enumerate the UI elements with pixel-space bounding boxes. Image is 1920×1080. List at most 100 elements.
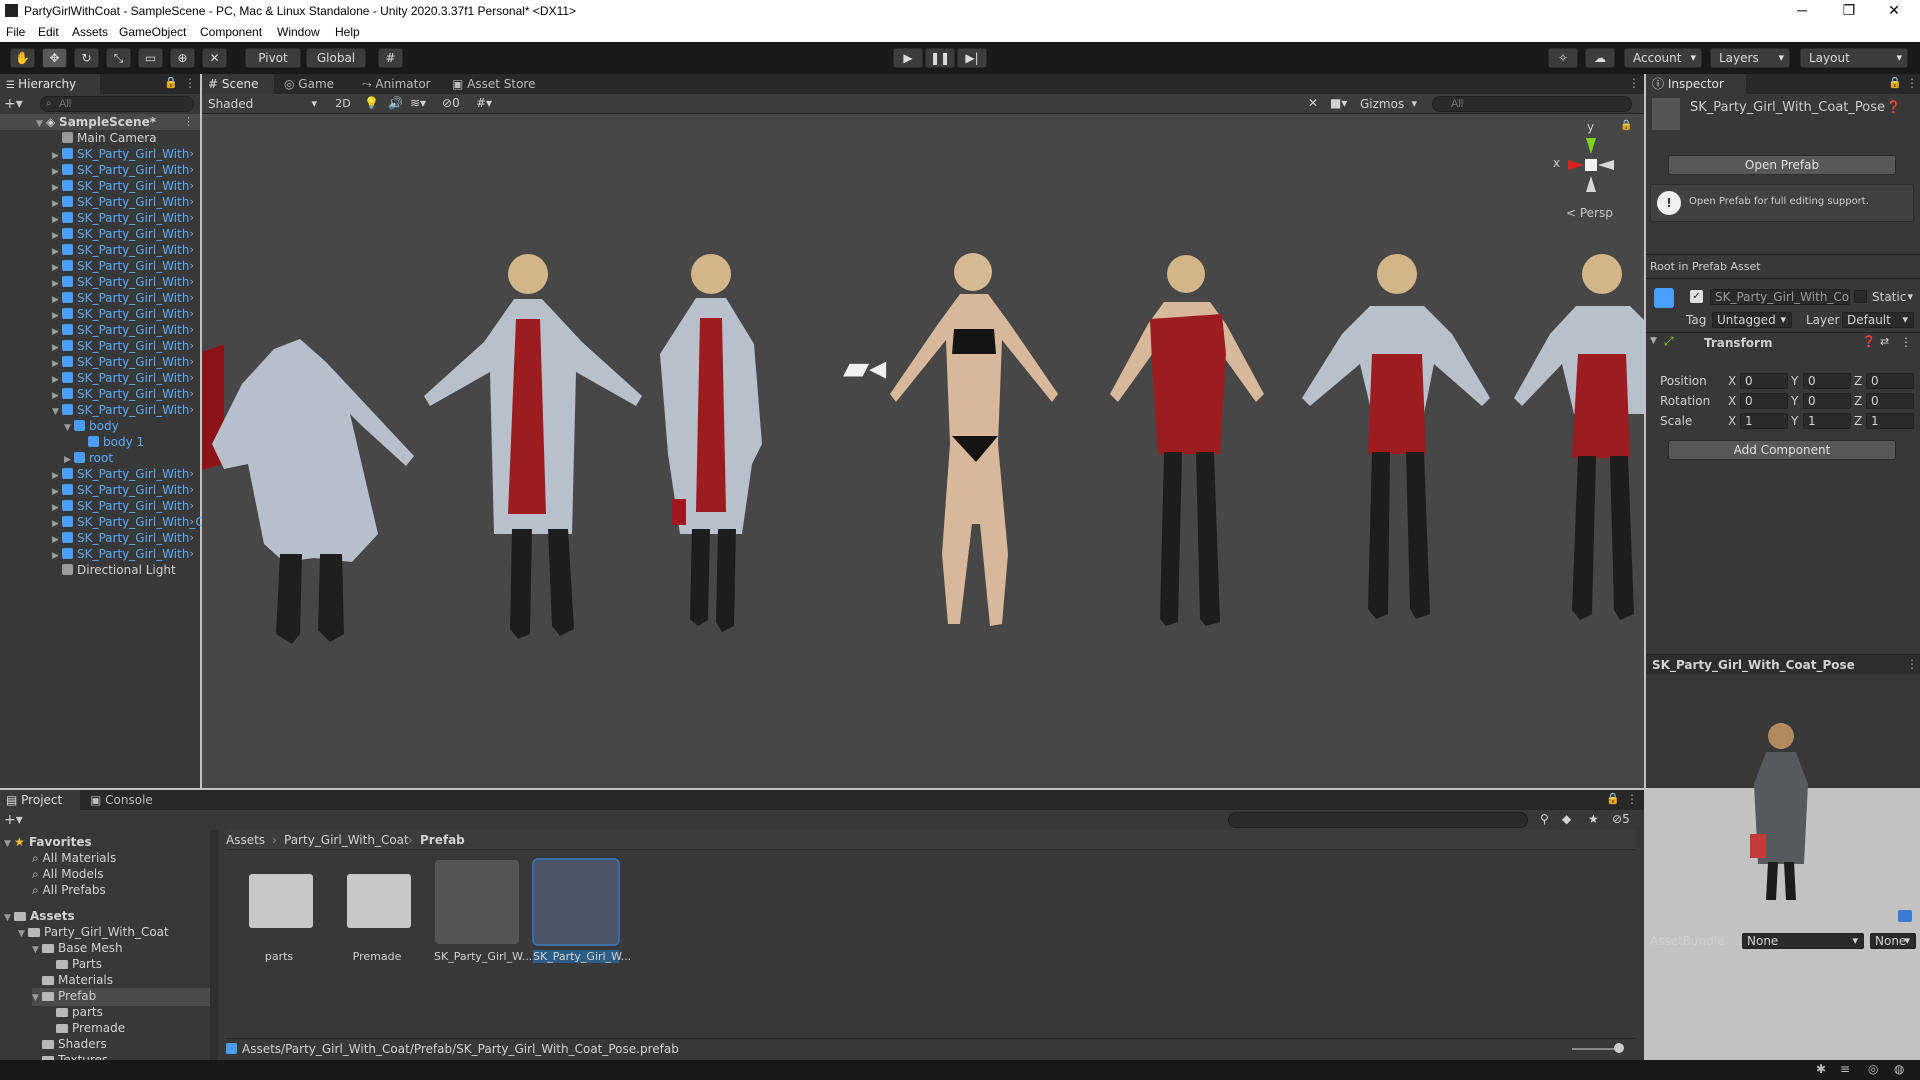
hierarchy-item[interactable]: ▶ SK_Party_Girl_With › [0, 290, 200, 306]
open-prefab-chevron-icon[interactable]: › [190, 530, 194, 546]
hierarchy-item[interactable]: ▶ SK_Party_Girl_With_Co › [0, 514, 211, 530]
hierarchy-item[interactable]: ▶ SK_Party_Girl_With › [0, 274, 200, 290]
transform-y-field[interactable]: 0 [1803, 373, 1851, 389]
transform-menu-icon[interactable]: ⋮ [1900, 335, 1912, 349]
open-prefab-chevron-icon[interactable]: › [190, 546, 194, 562]
toggle-2d-button[interactable]: 2D [330, 95, 356, 113]
transform-tool-icon[interactable]: ⊕ [170, 48, 195, 68]
preview-model[interactable] [1726, 714, 1836, 904]
transform-z-field[interactable]: 0 [1866, 373, 1914, 389]
inspector-menu-icon[interactable]: ⋮ [1906, 76, 1918, 90]
add-component-button[interactable]: Add Component [1668, 440, 1896, 460]
project-menu-icon[interactable]: ⋮ [1626, 792, 1638, 806]
effects-icon[interactable]: ≋▾ [410, 96, 426, 110]
open-prefab-chevron-icon[interactable]: › [190, 354, 194, 370]
transform-x-field[interactable]: 0 [1740, 373, 1788, 389]
tree-folder[interactable]: parts [46, 1004, 103, 1020]
preview-menu-icon[interactable]: ⋮ [1906, 657, 1918, 671]
static-checkbox[interactable] [1854, 290, 1867, 303]
open-prefab-chevron-icon[interactable]: › [190, 338, 194, 354]
transform-x-field[interactable]: 0 [1740, 393, 1788, 409]
hierarchy-item[interactable]: ▼ body [0, 418, 200, 434]
network-icon[interactable]: ≡ [1840, 1062, 1850, 1076]
menu-edit[interactable]: Edit [38, 25, 59, 39]
open-prefab-chevron-icon[interactable]: › [190, 242, 194, 258]
open-prefab-button[interactable]: Open Prefab [1668, 155, 1896, 175]
transform-header[interactable]: Transform [1704, 336, 1772, 350]
camera-settings-icon[interactable]: ■▾ [1330, 96, 1347, 110]
status-info-icon[interactable]: ◍ [1894, 1062, 1904, 1076]
account-dropdown[interactable]: Account [1624, 48, 1702, 68]
open-prefab-chevron-icon[interactable]: › [190, 498, 194, 514]
hierarchy-item[interactable]: ▶ SK_Party_Girl_With › [0, 466, 200, 482]
debug-icon[interactable]: ✱ [1816, 1062, 1826, 1076]
menu-file[interactable]: File [6, 25, 25, 39]
hierarchy-item[interactable]: ▶ SK_Party_Girl_With › [0, 178, 200, 194]
help-icon[interactable]: ❓ [1886, 100, 1901, 114]
search-by-label-icon[interactable]: ◆ [1562, 812, 1571, 826]
favorite-star-icon[interactable]: ★ [1588, 812, 1599, 826]
asset-prefab-1[interactable]: SK_Party_Girl_W... [434, 860, 532, 963]
menu-assets[interactable]: Assets [72, 25, 108, 39]
tree-folder[interactable]: Parts [46, 956, 102, 972]
open-prefab-chevron-icon[interactable]: › [190, 258, 194, 274]
menu-component[interactable]: Component [200, 25, 262, 39]
tree-folder[interactable]: Shaders [32, 1036, 107, 1052]
grid-icon[interactable]: #▾ [476, 96, 492, 110]
hierarchy-item[interactable]: ▶ SK_Party_Girl_With › [0, 258, 200, 274]
open-prefab-chevron-icon[interactable]: › [190, 370, 194, 386]
tree-folder[interactable]: Premade [46, 1020, 125, 1036]
asset-folder-premade[interactable]: Premade [334, 860, 420, 963]
open-prefab-chevron-icon[interactable]: › [190, 146, 194, 162]
collapse-arrow-icon[interactable]: ▼ [1650, 336, 1657, 346]
hierarchy-item[interactable]: ▶ SK_Party_Girl_With › [0, 370, 200, 386]
hierarchy-item[interactable]: ▶ SK_Party_Girl_With › [0, 162, 200, 178]
scene-row[interactable]: ▼ ◈ SampleScene* ⋮ [0, 114, 200, 130]
step-button[interactable]: ▶| [957, 48, 987, 68]
audio-icon[interactable]: 🔊 [388, 96, 403, 110]
expand-arrow-icon[interactable]: ▼ [32, 990, 42, 1006]
hierarchy-item[interactable]: ▼ SK_Party_Girl_With › [0, 402, 200, 418]
expand-arrow-icon[interactable]: ▼ [32, 942, 42, 958]
pause-button[interactable]: ❚❚ [925, 48, 955, 68]
tab-asset-store[interactable]: ▣ Asset Store [446, 74, 546, 94]
asset-prefab-2-selected[interactable]: SK_Party_Girl_W... [532, 858, 631, 963]
tab-animator[interactable]: ⤳ Animator [356, 74, 442, 94]
hierarchy-item[interactable]: body 1 [0, 434, 200, 450]
hierarchy-item[interactable]: ▶ SK_Party_Girl_With › [0, 498, 200, 514]
hierarchy-item[interactable]: ▶ SK_Party_Girl_With › [0, 338, 200, 354]
grid-snap-icon[interactable]: # [378, 48, 403, 68]
breadcrumb-party-girl[interactable]: Party_Girl_With_Coat [284, 833, 409, 847]
project-lock-icon[interactable]: 🔒 [1606, 792, 1620, 805]
zoom-slider-handle[interactable] [1614, 1043, 1624, 1053]
expand-arrow-icon[interactable]: ▼ [18, 926, 28, 942]
project-create-button[interactable]: +▾ [4, 812, 23, 828]
tree-scrollbar[interactable] [210, 830, 218, 1060]
tools-icon[interactable]: ✕ [1308, 96, 1318, 110]
hierarchy-item[interactable]: ▶ SK_Party_Girl_With › [0, 482, 200, 498]
static-dropdown[interactable]: Static [1872, 290, 1918, 304]
hierarchy-item-light[interactable]: Directional Light [0, 562, 200, 578]
tree-folder[interactable]: Materials [32, 972, 113, 988]
move-tool-icon[interactable]: ✥ [42, 48, 67, 68]
hidden-packages-icon[interactable]: ⊘5 [1612, 812, 1630, 826]
open-prefab-chevron-icon[interactable]: › [190, 514, 194, 530]
open-prefab-chevron-icon[interactable]: › [190, 274, 194, 290]
hierarchy-item[interactable]: ▶ SK_Party_Girl_With › [0, 354, 200, 370]
open-prefab-chevron-icon[interactable]: › [190, 386, 194, 402]
auto-generate-icon[interactable]: ◎ [1868, 1062, 1878, 1076]
panel-menu-icon[interactable]: ⋮ [184, 76, 196, 90]
transform-help-icon[interactable]: ❓ [1862, 335, 1876, 348]
open-prefab-chevron-icon[interactable]: › [190, 162, 194, 178]
global-toggle[interactable]: Global [306, 48, 366, 68]
lighting-icon[interactable]: 💡 [364, 96, 379, 110]
maximize-button[interactable]: ❐ [1827, 0, 1871, 22]
transform-y-field[interactable]: 1 [1803, 413, 1851, 429]
scene-viewport[interactable]: y x < Persp 🔒 ▰◂ [202, 114, 1644, 788]
asset-folder-parts[interactable]: parts [236, 860, 322, 963]
inspector-lock-icon[interactable]: 🔒 [1888, 76, 1902, 89]
assetbundle-variant-dropdown[interactable]: None [1870, 933, 1916, 949]
menu-window[interactable]: Window [277, 25, 320, 39]
hierarchy-item[interactable]: ▶ SK_Party_Girl_With › [0, 194, 200, 210]
hierarchy-item[interactable]: ▶ SK_Party_Girl_With › [0, 386, 200, 402]
